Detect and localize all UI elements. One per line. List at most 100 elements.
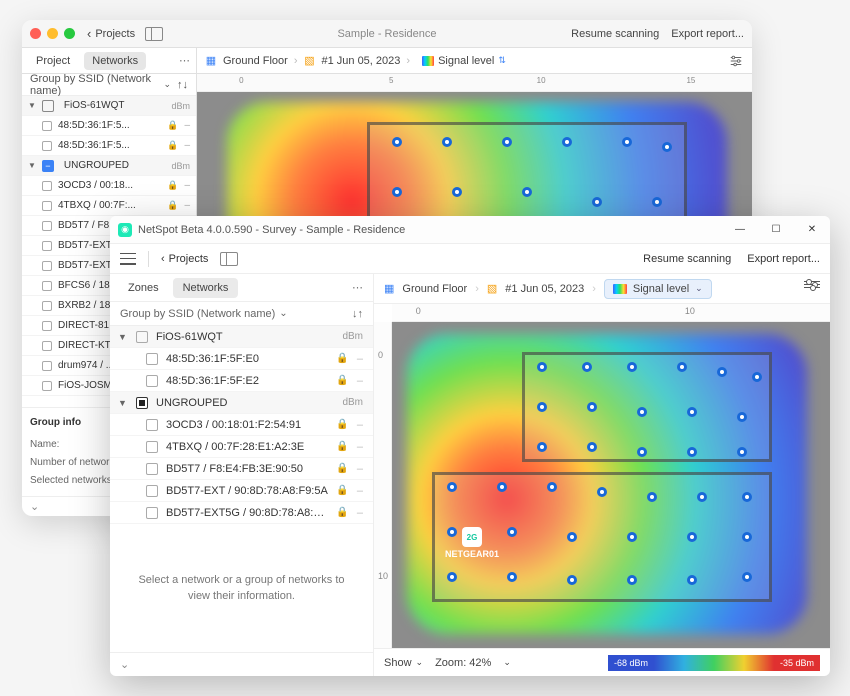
visualization-dropdown[interactable]: Signal level ⌄ <box>604 279 712 299</box>
minimize-icon[interactable] <box>47 28 58 39</box>
checkbox[interactable] <box>146 375 158 387</box>
group-header[interactable]: ▼ − UNGROUPED dBm <box>22 156 196 176</box>
checkbox[interactable] <box>42 321 52 331</box>
checkbox[interactable] <box>42 301 52 311</box>
survey-point[interactable] <box>447 572 457 582</box>
resume-scanning-button[interactable]: Resume scanning <box>571 28 659 40</box>
checkbox[interactable] <box>42 121 52 131</box>
network-item[interactable]: BD5T7-EXT / 90:8D:78:A8:F9:5A🔒– <box>110 480 373 502</box>
checkbox[interactable] <box>42 221 52 231</box>
survey-point[interactable] <box>677 362 687 372</box>
survey-point[interactable] <box>742 572 752 582</box>
sidebar-toggle-icon[interactable] <box>220 252 238 266</box>
survey-point[interactable] <box>637 447 647 457</box>
export-report-button[interactable]: Export report... <box>671 28 744 40</box>
survey-point[interactable] <box>502 137 512 147</box>
checkbox[interactable] <box>42 181 52 191</box>
survey-point[interactable] <box>752 372 762 382</box>
export-report-button[interactable]: Export report... <box>747 253 820 265</box>
network-item[interactable]: 3OCD3 / 00:18:01:F2:54:91🔒– <box>110 414 373 436</box>
survey-point[interactable] <box>687 447 697 457</box>
survey-point[interactable] <box>627 532 637 542</box>
survey-point[interactable] <box>562 137 572 147</box>
survey-point[interactable] <box>537 402 547 412</box>
resume-scanning-button[interactable]: Resume scanning <box>643 253 731 265</box>
tab-zones[interactable]: Zones <box>118 278 169 298</box>
survey-point[interactable] <box>662 142 672 152</box>
survey-point[interactable] <box>742 492 752 502</box>
more-icon[interactable]: ⋯ <box>179 54 190 67</box>
group-header[interactable]: ▼ FiOS-61WQT dBm <box>110 326 373 348</box>
network-item[interactable]: BD5T7-EXT5G / 90:8D:78:A8:F9:5C🔒– <box>110 502 373 524</box>
survey-point[interactable] <box>522 187 532 197</box>
survey-point[interactable] <box>567 575 577 585</box>
survey-point[interactable] <box>507 572 517 582</box>
survey-point[interactable] <box>597 487 607 497</box>
survey-point[interactable] <box>637 407 647 417</box>
survey-point[interactable] <box>392 137 402 147</box>
survey-point[interactable] <box>687 407 697 417</box>
survey-point[interactable] <box>537 442 547 452</box>
checkbox[interactable] <box>42 201 52 211</box>
survey-point[interactable] <box>567 532 577 542</box>
disclosure-icon[interactable]: ▼ <box>118 332 128 342</box>
survey-point[interactable] <box>537 362 547 372</box>
group-header[interactable]: ▼ UNGROUPED dBm <box>110 392 373 414</box>
group-header[interactable]: ▼ FiOS-61WQT dBm <box>22 96 196 116</box>
show-dropdown[interactable]: Show ⌄ <box>384 657 423 669</box>
sidebar-toggle-icon[interactable] <box>145 27 163 41</box>
network-item[interactable]: 48:5D:36:1F:5F:E0🔒– <box>110 348 373 370</box>
survey-point[interactable] <box>717 367 727 377</box>
survey-point[interactable] <box>507 527 517 537</box>
group-checkbox[interactable] <box>136 397 148 409</box>
survey-point[interactable] <box>687 575 697 585</box>
grouping-dropdown[interactable]: Group by SSID (Network name) <box>120 308 275 320</box>
checkbox[interactable] <box>146 441 158 453</box>
network-item[interactable]: 3OCD3 / 00:18...🔒– <box>22 176 196 196</box>
survey-point[interactable] <box>442 137 452 147</box>
heatmap-canvas[interactable]: 2G NETGEAR01 <box>392 322 830 648</box>
checkbox[interactable] <box>146 507 158 519</box>
zoom-level[interactable]: Zoom: 42% <box>435 657 491 669</box>
zoom-icon[interactable] <box>64 28 75 39</box>
survey-point[interactable] <box>742 532 752 542</box>
checkbox[interactable] <box>146 353 158 365</box>
checkbox[interactable] <box>42 361 52 371</box>
more-icon[interactable]: ⋯ <box>352 281 365 294</box>
checkbox[interactable] <box>42 261 52 271</box>
crumb-snapshot[interactable]: #1 Jun 05, 2023 <box>321 55 400 67</box>
group-checkbox[interactable]: − <box>42 160 54 172</box>
survey-point[interactable] <box>582 362 592 372</box>
grouping-dropdown[interactable]: Group by SSID (Network name) <box>30 73 157 97</box>
checkbox[interactable] <box>42 281 52 291</box>
network-item[interactable]: 48:5D:36:1F:5...🔒– <box>22 116 196 136</box>
tab-networks[interactable]: Networks <box>173 278 239 298</box>
survey-point[interactable] <box>737 447 747 457</box>
checkbox[interactable] <box>42 381 52 391</box>
survey-point[interactable] <box>627 362 637 372</box>
group-checkbox[interactable] <box>136 331 148 343</box>
survey-point[interactable] <box>652 197 662 207</box>
checkbox[interactable] <box>42 241 52 251</box>
tab-project[interactable]: Project <box>28 52 78 70</box>
disclosure-icon[interactable]: ▼ <box>28 161 36 170</box>
survey-point[interactable] <box>497 482 507 492</box>
survey-point[interactable] <box>587 402 597 412</box>
back-button[interactable]: ‹ Projects <box>161 253 208 265</box>
disclosure-icon[interactable]: ▼ <box>118 398 128 408</box>
settings-icon[interactable] <box>804 281 820 297</box>
survey-point[interactable] <box>627 575 637 585</box>
survey-point[interactable] <box>452 187 462 197</box>
crumb-floor[interactable]: Ground Floor <box>402 283 467 295</box>
network-item[interactable]: 48:5D:36:1F:5...🔒– <box>22 136 196 156</box>
sort-button[interactable]: ↓↑ <box>352 308 363 320</box>
survey-point[interactable] <box>447 527 457 537</box>
close-button[interactable]: ✕ <box>794 216 830 244</box>
tab-networks[interactable]: Networks <box>84 52 146 70</box>
disclosure-icon[interactable]: ▼ <box>28 101 36 110</box>
visualization-dropdown[interactable]: Signal level ⇅ <box>416 53 512 69</box>
checkbox[interactable] <box>146 419 158 431</box>
survey-point[interactable] <box>592 197 602 207</box>
network-item[interactable]: 4TBXQ / 00:7F:...🔒– <box>22 196 196 216</box>
checkbox[interactable] <box>42 341 52 351</box>
